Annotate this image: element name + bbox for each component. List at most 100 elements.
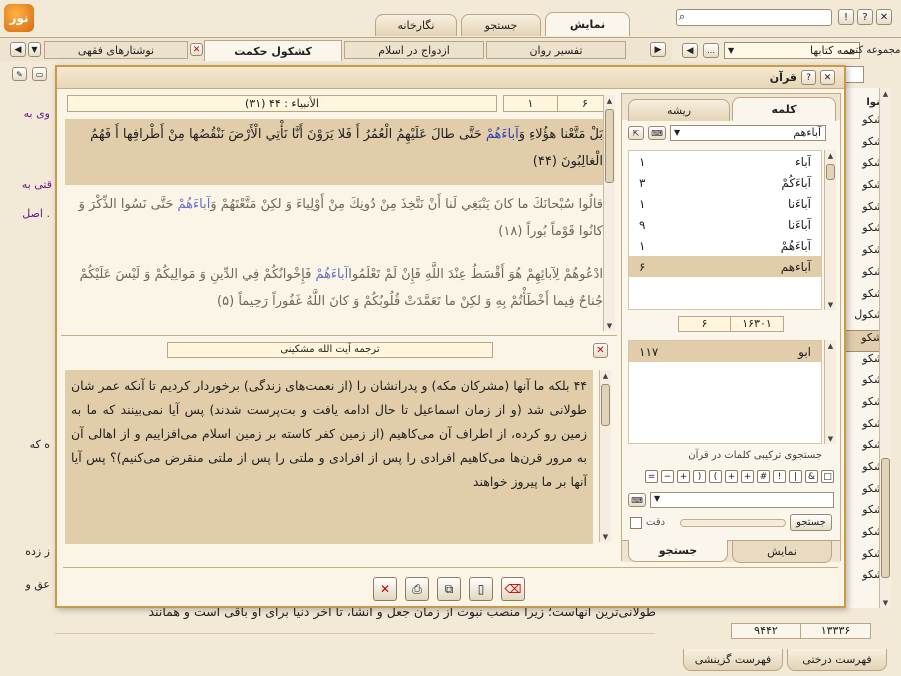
scroll-thumb[interactable] [881, 458, 890, 578]
dialog-close-button[interactable]: ✕ [820, 70, 835, 85]
tab-word[interactable]: کلمه [732, 97, 836, 121]
scroll-thumb[interactable] [601, 384, 610, 426]
copy-button[interactable]: ⧉ [437, 577, 461, 601]
left-bottom-tabs: فهرست درختی فهرست گزینشی [675, 649, 895, 671]
doc-tab-label: نوشتارهای فقهی [77, 43, 155, 57]
symbol-button[interactable]: # [757, 470, 770, 483]
search-box[interactable] [676, 9, 832, 26]
word-list-item[interactable]: آباءَهُمْ ۱ [629, 235, 821, 256]
tab-nagarkhane[interactable]: نگارخانه [375, 14, 457, 36]
doc-tab-tafsir[interactable]: تفسیر روان [486, 41, 626, 59]
nav-a: ۱۶۳۰۱ [742, 317, 772, 330]
symbol-button[interactable]: & [805, 470, 818, 483]
view-button[interactable]: ▭ [32, 67, 47, 81]
word-list-item[interactable]: آباء ۱ [629, 151, 821, 172]
tab-label: کلمه [771, 103, 797, 116]
tab-label: ریشه [666, 104, 692, 117]
word-list-item[interactable]: آباءهم ۶ [629, 256, 821, 277]
word-count: ۶ [639, 259, 646, 274]
dialog-action-bar: ✕ ⎙ ⧉ ▯ ⌫ [373, 577, 533, 603]
word-list-item[interactable]: آباءَنا ۱ [629, 193, 821, 214]
verse-1: بَلْ مَتَّعْنا هؤُلاءِ وَآباءَهُمْ حَتَّ… [65, 119, 611, 185]
word-search-value: آباءهم [793, 126, 821, 139]
nav-left-button[interactable]: ◀ [10, 42, 26, 57]
symbol-button[interactable]: + [741, 470, 754, 483]
nav-right-button[interactable]: ▶ [650, 42, 666, 57]
symbol-button[interactable]: ( [709, 470, 722, 483]
doc-tab-close-button[interactable]: ✕ [190, 43, 203, 56]
symbol-button[interactable]: ! [773, 470, 786, 483]
tab-label: جستجو [658, 544, 698, 557]
symbol-button[interactable]: = [645, 470, 658, 483]
tab-show[interactable]: نمایش [732, 541, 832, 563]
root-list-item[interactable]: ابو ۱۱۷ [629, 341, 821, 362]
word-text: آباءَهُمْ [780, 238, 811, 253]
word-count: ۳ [639, 175, 646, 190]
page-button[interactable]: ▯ [469, 577, 493, 601]
symbol-button[interactable]: + [725, 470, 738, 483]
word-search-input[interactable]: آباءهم ▼ [670, 125, 826, 141]
search-button[interactable]: جستجو [790, 514, 832, 531]
symbol-row: □ & |! # + +() + − = [628, 470, 834, 484]
help-button[interactable]: ? [857, 9, 873, 25]
search-icon: ⌕ [679, 10, 686, 23]
doc-tab-fiqh[interactable]: نوشتارهای فقهی [44, 41, 188, 59]
sura-label: (۳۱) الأنبیاء : ۴۴ [245, 97, 319, 110]
verse-highlight: آباءَهُمْ [485, 127, 519, 142]
scroll-up-icon: ▲ [602, 371, 609, 380]
nav-down-button[interactable]: ▼ [28, 42, 41, 57]
keyboard-button[interactable]: ⌨ [648, 126, 666, 140]
doc-tabs-bar: ◀ ▼ نوشتارهای فقهی ✕ کشکول حکمت ازدواج د… [0, 39, 672, 61]
translation-close-button[interactable]: ✕ [593, 343, 608, 358]
word-list-item[interactable]: آباءَكُمْ ۳ [629, 172, 821, 193]
root-list-scrollbar[interactable]: ▲ ▼ [824, 340, 836, 444]
quran-dialog: قرآن ? ✕ (۳۱) الأنبیاء : ۴۴ ۱ ۶ بَلْ مَت… [55, 65, 846, 608]
nav-forward-button[interactable]: ◀ [682, 43, 698, 58]
tab-namayesh[interactable]: نمایش [545, 12, 630, 36]
word-list-scrollbar[interactable]: ▲ ▼ [824, 150, 836, 310]
doc-tab-kashkool[interactable]: کشکول حکمت [204, 40, 342, 61]
close-window-button[interactable]: ✕ [876, 9, 892, 25]
alert-button[interactable]: ! [838, 9, 854, 25]
scroll-down-icon: ▼ [602, 532, 609, 541]
chevron-down-icon: ▼ [674, 128, 681, 137]
dialog-bottom-tabs: نمایش جستجو [622, 540, 840, 563]
exact-checkbox[interactable] [630, 517, 642, 529]
word-text: آباءَنا [788, 217, 811, 232]
dialog-help-button[interactable]: ? [801, 70, 816, 85]
word-list-item[interactable]: آباءَنا ۹ [629, 214, 821, 235]
combo-label: جستجوی ترکیبی کلمات در قرآن [688, 450, 822, 461]
delete-button[interactable]: ⌫ [501, 577, 525, 601]
book-list-scrollbar[interactable]: ▲ ▼ [879, 88, 891, 608]
tab-jostojoo[interactable]: جستجو [461, 14, 541, 36]
symbol-button[interactable]: + [677, 470, 690, 483]
doc-tab-ezdevaj[interactable]: ازدواج در اسلام [344, 41, 484, 59]
tab-root[interactable]: ریشه [628, 99, 730, 121]
search-button-label: جستجو [796, 517, 826, 528]
print-button[interactable]: ⎙ [405, 577, 429, 601]
tab-search[interactable]: جستجو [628, 540, 728, 562]
keyboard-icon: ⌨ [631, 495, 643, 505]
wrench-button[interactable]: ✎ [12, 67, 27, 81]
symbol-button[interactable]: ) [693, 470, 706, 483]
word-count: ۱ [639, 154, 646, 169]
exact-label: دقت [646, 517, 666, 528]
tab-tree[interactable]: فهرست درختی [787, 649, 887, 671]
nav-b: ۶ [679, 317, 731, 331]
translation-scrollbar[interactable]: ▲ ▼ [599, 370, 611, 542]
combo-keyboard-button[interactable]: ⌨ [628, 493, 646, 507]
dialog-title: قرآن [769, 71, 797, 84]
combo-input[interactable]: ▼ [650, 492, 834, 508]
clear-button[interactable]: ⇱ [628, 126, 644, 140]
cancel-button[interactable]: ✕ [373, 577, 397, 601]
tab-selective[interactable]: فهرست گزینشی [683, 649, 783, 671]
collection-select[interactable]: همه کتابها ▼ [724, 42, 860, 59]
more-button[interactable]: … [703, 43, 719, 58]
verses-scrollbar[interactable]: ▲ ▼ [603, 95, 615, 331]
symbol-button[interactable]: | [789, 470, 802, 483]
symbol-button[interactable]: □ [821, 470, 834, 483]
scroll-thumb[interactable] [826, 164, 835, 180]
scroll-down-icon: ▼ [882, 598, 889, 607]
symbol-button[interactable]: − [661, 470, 674, 483]
scroll-thumb[interactable] [605, 109, 614, 183]
